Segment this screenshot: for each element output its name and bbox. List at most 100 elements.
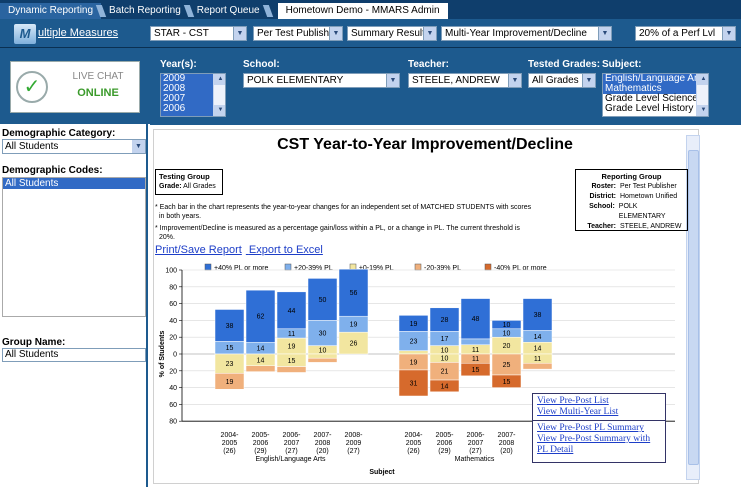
x-tick-label: (29) [438, 448, 450, 455]
teacher-value: STEELE, ANDREW [620, 223, 682, 230]
tab-report-queue[interactable]: Report Queue [189, 3, 268, 19]
years-listbox[interactable]: 2009 2008 2007 2006 ▲ ▼ [160, 73, 226, 117]
x-tick-label: 2005- [252, 432, 271, 439]
scrollbar[interactable]: ▲ ▼ [213, 74, 225, 116]
bar-value-label: 14 [257, 357, 265, 364]
bar-value-label: 38 [534, 312, 542, 319]
bar-value-label: 50 [319, 297, 327, 304]
scrollbar[interactable]: ▲ ▼ [696, 74, 708, 116]
y-tick-label: 80 [169, 419, 177, 426]
live-chat-button[interactable]: ✓ LIVE CHAT ONLINE [10, 61, 140, 113]
grades-label: Tested Grades: [528, 59, 601, 70]
legend-label: +20-39% PL [294, 265, 333, 272]
bar-segment [522, 362, 553, 370]
grade-value: All Grades [183, 183, 216, 190]
school-select[interactable]: POLK ELEMENTARY ▼ [243, 73, 400, 88]
demographic-codes-list[interactable]: All Students [2, 177, 146, 317]
publisher-select[interactable]: Per Test Publisher ▼ [253, 26, 343, 41]
bar-value-label: 11 [472, 347, 479, 354]
x-tick-label: 2009 [346, 440, 362, 447]
x-tick-label: (26) [223, 448, 235, 455]
y-tick-label: 40 [169, 318, 177, 325]
view-pre-post-pl-summary-link[interactable]: View Pre-Post PL Summary [537, 423, 661, 434]
toolbar: M ultiple Measures STAR - CST ▼ Per Test … [0, 19, 741, 48]
bar-segment [307, 357, 338, 363]
bar-value-label: 15 [288, 358, 296, 365]
scroll-thumb[interactable] [688, 150, 699, 465]
bar-value-label: 10 [441, 356, 449, 363]
x-tick-label: 2006 [437, 440, 453, 447]
x-tick-label: 2008 [315, 440, 331, 447]
x-tick-label: (27) [285, 448, 297, 455]
bar-value-label: 14 [534, 334, 542, 341]
x-tick-label: 2006 [253, 440, 269, 447]
app-title: Hometown Demo - MMARS Admin [277, 3, 448, 19]
y-axis-label: % of Students [159, 331, 166, 378]
scroll-up-icon[interactable]: ▲ [697, 74, 708, 85]
export-excel-link[interactable]: Export to Excel [249, 244, 323, 256]
chevron-down-icon: ▼ [508, 74, 521, 87]
print-save-link[interactable]: Print/Save Report [155, 244, 242, 256]
report-type-select[interactable]: Multi-Year Improvement/Decline ▼ [441, 26, 612, 41]
report-scrollbar[interactable] [686, 135, 700, 480]
view-pre-post-summary-pl-detail-link[interactable]: View Pre-Post Summary with PL Detail [537, 434, 661, 456]
x-tick-label: (26) [407, 448, 419, 455]
bar-segment [460, 338, 491, 346]
reporting-group-title: Reporting Group [601, 172, 662, 181]
x-tick-label: (27) [347, 448, 359, 455]
subject-listbox[interactable]: English/Language Arts Mathematics Grade … [602, 73, 709, 117]
bar-value-label: 23 [226, 361, 234, 368]
scroll-up-icon[interactable]: ▲ [214, 74, 225, 85]
bar-value-label: 25 [503, 362, 511, 369]
logo-text[interactable]: ultiple Measures [38, 27, 118, 39]
tab-batch-reporting[interactable]: Batch Reporting [101, 3, 189, 19]
group-label: English/Language Arts [255, 456, 326, 463]
view-multi-year-list-link[interactable]: View Multi-Year List [537, 407, 661, 418]
view-options-menu: View Pre-Post List View Multi-Year List … [532, 393, 666, 463]
group-name-label: Group Name: [2, 337, 66, 348]
filter-bar: ✓ LIVE CHAT ONLINE Year(s): 2009 2008 20… [0, 48, 741, 124]
school-label: School: [589, 203, 615, 210]
y-tick-label: 100 [165, 268, 177, 275]
roster-value: Per Test Publisher [620, 183, 677, 190]
x-tick-label: 2005 [222, 440, 238, 447]
logo-icon: M [14, 24, 36, 44]
tab-dynamic-reporting[interactable]: Dynamic Reporting [0, 3, 102, 19]
x-tick-label: 2004- [405, 432, 424, 439]
bar-value-label: 21 [441, 369, 449, 376]
years-label: Year(s): [160, 59, 197, 70]
bar-value-label: 17 [441, 336, 449, 343]
bar-value-label: 10 [441, 347, 449, 354]
bar-value-label: 23 [410, 338, 418, 345]
grades-select[interactable]: All Grades ▼ [528, 73, 596, 88]
note-1: * Each bar in the chart represents the y… [155, 204, 532, 220]
results-select[interactable]: Summary Results ▼ [347, 26, 437, 41]
bar-value-label: 10 [319, 347, 327, 354]
bar-value-label: 19 [410, 321, 418, 328]
report-title: CST Year-to-Year Improvement/Decline [277, 136, 573, 153]
online-status: ONLINE [77, 87, 119, 99]
demographic-category-select[interactable]: All Students ▼ [2, 139, 146, 154]
group-name-input[interactable]: All Students [2, 348, 146, 362]
legend-swatch [284, 263, 292, 271]
list-item[interactable]: Grade Level History [603, 104, 708, 114]
menu-separator [533, 420, 665, 421]
x-tick-label: (20) [316, 448, 328, 455]
perf-level-select[interactable]: 20% of a Perf Lvl ▼ [635, 26, 736, 41]
x-tick-label: 2006- [467, 432, 486, 439]
legend-label: -20-39% PL [424, 265, 461, 272]
district-label: District: [589, 193, 616, 200]
y-tick-label: 20 [169, 368, 177, 375]
teacher-select[interactable]: STEELE, ANDREW ▼ [408, 73, 522, 88]
test-select[interactable]: STAR - CST ▼ [150, 26, 247, 41]
bar-value-label: 38 [226, 323, 234, 330]
scroll-down-icon[interactable]: ▼ [214, 105, 225, 116]
list-item[interactable]: All Students [3, 178, 145, 189]
view-pre-post-list-link[interactable]: View Pre-Post List [537, 396, 661, 407]
report-links: Print/Save Report Export to Excel [155, 244, 327, 256]
chevron-down-icon: ▼ [233, 27, 246, 40]
x-tick-label: 2007- [314, 432, 333, 439]
top-tab-bar: Dynamic Reporting Batch Reporting Report… [0, 0, 741, 19]
scroll-down-icon[interactable]: ▼ [697, 105, 708, 116]
bar-value-label: 31 [410, 380, 418, 387]
